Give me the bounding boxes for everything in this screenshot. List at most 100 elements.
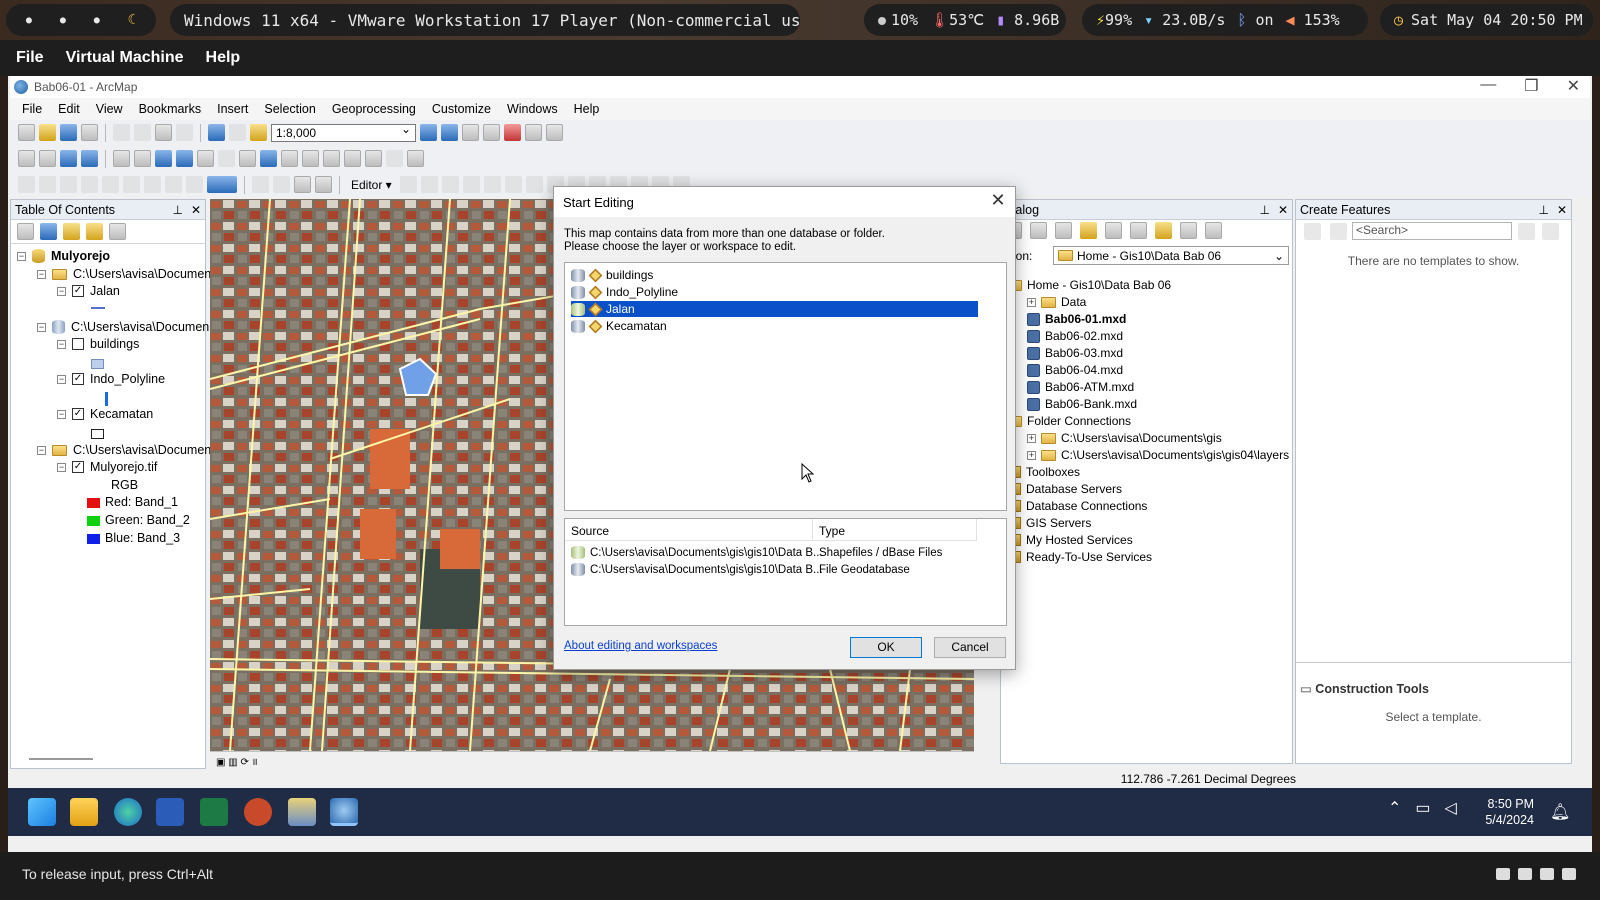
layer-item-indo-polyline[interactable]: Indo_Polyline [571, 284, 678, 300]
workspace-dot-2[interactable]: ● [60, 15, 66, 26]
views-icon[interactable] [1130, 222, 1147, 239]
collapse-icon[interactable]: − [37, 445, 46, 455]
toc-group-3[interactable]: − C:\Users\avisa\Documen [37, 443, 211, 457]
list-by-source-icon[interactable] [40, 223, 57, 240]
save-icon[interactable] [60, 124, 77, 141]
vm-menu-file[interactable]: File [16, 49, 44, 67]
search-icon[interactable] [1518, 223, 1535, 240]
find-icon[interactable] [323, 150, 340, 167]
usb-icon[interactable] [1540, 868, 1554, 880]
fixed-zoom-out-icon[interactable] [134, 150, 151, 167]
catalog-item-ready-to-use-services[interactable]: Ready-To-Use Services [1007, 550, 1152, 564]
trace-icon[interactable] [483, 176, 501, 193]
chevron-down-icon[interactable]: ⌄ [1274, 249, 1284, 263]
vm-menu-help[interactable]: Help [206, 49, 241, 67]
toc-layer-tif[interactable]: − ✓ Mulyorejo.tif [57, 460, 157, 474]
collapse-icon[interactable]: − [57, 339, 66, 349]
arcmap-taskbar-icon[interactable] [330, 798, 358, 826]
identify-icon[interactable] [260, 150, 277, 167]
menu-edit[interactable]: Edit [50, 102, 88, 116]
catalog-item-mxd-file[interactable]: Bab06-Bank.mxd [1027, 397, 1137, 411]
sound-icon[interactable] [1562, 868, 1576, 880]
change-layout-icon[interactable] [294, 176, 311, 193]
expand-icon[interactable]: + [1027, 433, 1036, 443]
close-icon[interactable]: ✕ [191, 203, 201, 217]
collapse-icon[interactable]: − [57, 286, 66, 296]
catalog-item-home-folder[interactable]: Home - Gis10\Data Bab 06 [1007, 278, 1171, 292]
template-search-input[interactable]: <Search> [1352, 222, 1512, 240]
menu-help[interactable]: Help [566, 102, 608, 116]
layer-visibility-checkbox[interactable] [72, 338, 84, 350]
connect-folder-icon[interactable] [1155, 222, 1172, 239]
catalog-item-data-folder[interactable]: + Data [1027, 295, 1086, 309]
start-icon[interactable] [28, 798, 56, 826]
toc-layer-indo-polyline[interactable]: − ✓ Indo_Polyline [57, 372, 165, 386]
layout-forward-icon[interactable] [186, 176, 203, 193]
editor-menu-button[interactable]: Editor ▾ [347, 178, 396, 192]
network-adapter-icon[interactable] [1518, 868, 1532, 880]
back-extent-icon[interactable] [155, 150, 172, 167]
catalog-item-folder-connections[interactable]: Folder Connections [1007, 414, 1131, 428]
menu-file[interactable]: File [14, 102, 50, 116]
catalog-item-folder-connection[interactable]: + C:\Users\avisa\Documents\gis\gis04\laye… [1027, 448, 1289, 462]
point-icon[interactable] [504, 176, 522, 193]
layout-view-icon[interactable]: ▣ ▥ ⟳ ॥ [216, 754, 258, 768]
full-extent-icon[interactable] [81, 150, 98, 167]
select-elements-icon[interactable] [239, 150, 256, 167]
taskbar-clock[interactable]: 8:50 PM 5/4/2024 [1468, 796, 1534, 828]
close-icon[interactable]: ✕ [1557, 203, 1567, 217]
collapse-icon[interactable]: − [37, 269, 46, 279]
zoom-percent-box[interactable] [207, 176, 237, 193]
menu-view[interactable]: View [88, 102, 131, 116]
focus-frame-icon[interactable] [273, 176, 290, 193]
catalog-item-mxd-file[interactable]: Bab06-ATM.mxd [1027, 380, 1134, 394]
toc-layer-buildings[interactable]: − buildings [57, 337, 139, 351]
clear-selection-icon[interactable] [218, 150, 235, 167]
powerpoint-icon[interactable] [244, 798, 272, 826]
measure-icon[interactable] [302, 150, 319, 167]
source-column-header[interactable]: Source [565, 519, 813, 541]
menu-windows[interactable]: Windows [499, 102, 566, 116]
toc-scrollbar[interactable] [29, 758, 93, 760]
splitter[interactable] [1296, 662, 1571, 663]
toc-root[interactable]: − Mulyorejo [17, 249, 110, 263]
table-of-contents-icon[interactable] [441, 124, 458, 141]
layout-zoom-icon[interactable] [81, 176, 98, 193]
home-icon[interactable] [1080, 222, 1097, 239]
new-document-icon[interactable] [18, 124, 35, 141]
ok-button[interactable]: OK [850, 637, 922, 658]
vm-menu-virtual-machine[interactable]: Virtual Machine [66, 49, 184, 67]
close-icon[interactable]: ✕ [1278, 203, 1288, 217]
cut-icon[interactable] [113, 124, 130, 141]
snapping-icon[interactable] [18, 176, 35, 193]
restore-button[interactable]: ❐ [1524, 76, 1538, 96]
clear-search-icon[interactable] [1542, 223, 1559, 240]
html-popup-icon[interactable] [281, 150, 298, 167]
zoom-out-icon[interactable] [39, 150, 56, 167]
end-point-arc-icon[interactable] [462, 176, 480, 193]
word-icon[interactable] [156, 798, 184, 826]
pan-icon[interactable] [60, 150, 77, 167]
paste-icon[interactable] [155, 124, 172, 141]
close-window-button[interactable]: ✕ [1567, 76, 1580, 96]
edit-vertices-icon[interactable] [525, 176, 543, 193]
layer-visibility-checkbox[interactable]: ✓ [72, 285, 84, 297]
map-scale-select[interactable]: 1:8,000 [271, 122, 416, 142]
type-column-header[interactable]: Type [813, 519, 977, 541]
layer-visibility-checkbox[interactable]: ✓ [72, 373, 84, 385]
chevron-up-icon[interactable]: ⌃ [1388, 798, 1401, 818]
toggle-draft-icon[interactable] [252, 176, 269, 193]
catalog-item-mxd-file[interactable]: Bab06-03.mxd [1027, 346, 1123, 360]
layout-extent-icon[interactable] [102, 176, 119, 193]
list-by-selection-icon[interactable] [86, 223, 103, 240]
catalog-options-icon[interactable] [1205, 222, 1222, 239]
menu-customize[interactable]: Customize [424, 102, 499, 116]
arctoolbox-icon[interactable] [504, 124, 521, 141]
collapse-icon[interactable]: − [57, 462, 66, 472]
toggle-contents-icon[interactable] [1180, 222, 1197, 239]
expand-icon[interactable]: + [1027, 297, 1036, 307]
time-slider-icon[interactable] [386, 150, 403, 167]
location-select[interactable]: Home - Gis10\Data Bab 06 ⌄ [1053, 246, 1289, 265]
template-filter-icon[interactable] [1330, 223, 1347, 240]
source-row[interactable]: C:\Users\avisa\Documents\gis\gis10\Data … [571, 563, 823, 576]
